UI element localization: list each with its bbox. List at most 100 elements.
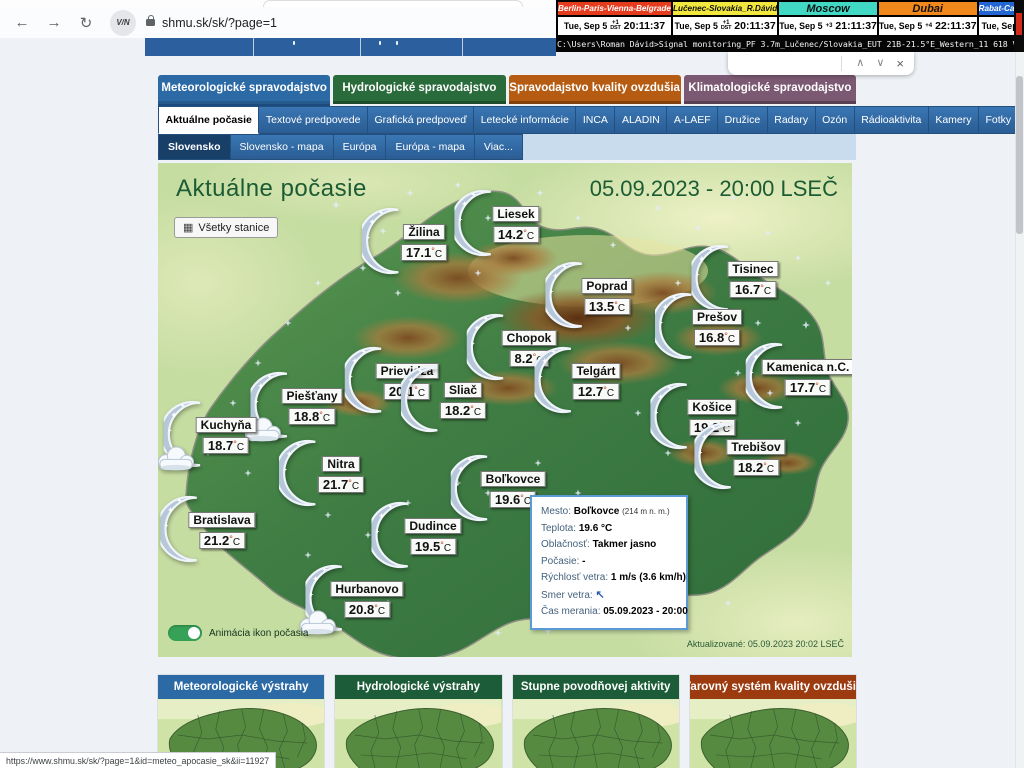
clock-overlay-window[interactable]: Berlin-Paris-Vienna-BelgradeTue, Sep 5+1… (556, 0, 1024, 52)
moon-icon (746, 340, 798, 412)
map-datetime: 05.09.2023 - 20:00 LSEČ (590, 176, 838, 202)
window-corner-accent (1016, 13, 1022, 35)
region-tab-eur-pa-mapa[interactable]: Európa - mapa (386, 134, 474, 160)
info-temp-label: Teplota: (541, 523, 576, 534)
clock-date: Tue, Sep 5 (779, 21, 822, 31)
station-ilina[interactable]: Žilina17.1°C (401, 223, 447, 262)
back-button[interactable]: ← (10, 11, 34, 35)
station-tisinec[interactable]: Tisinec16.7°C (727, 260, 778, 299)
terminal-line[interactable]: C:\Users\Roman Dávid>Signal monitoring_P… (556, 35, 1024, 52)
station-slia[interactable]: Sliač18.2°C (440, 381, 486, 420)
temp-unit-letter: C (233, 537, 240, 548)
sub-tab-r-dioaktivita[interactable]: Rádioaktivita (855, 106, 929, 134)
moon-icon (371, 499, 423, 571)
temp-unit-letter: C (607, 388, 614, 399)
sub-tab-kamery[interactable]: Kamery (929, 106, 979, 134)
find-close-button[interactable]: × (896, 57, 904, 70)
temp-unit-letter: C (352, 481, 359, 492)
sub-tab-aladin[interactable]: ALADIN (615, 106, 667, 134)
clock-time-value: 20:11:37 (624, 20, 665, 32)
info-time-label: Čas merania: (541, 606, 600, 617)
vpn-extension-icon[interactable]: V/N (110, 10, 136, 36)
main-tab-klimatologick-spravodajstvo[interactable]: Klimatologické spravodajstvo (684, 75, 856, 104)
station-kamenica-n-c[interactable]: Kamenica n.C.17.7°C (762, 358, 852, 397)
sub-tab-radary[interactable]: Radary (768, 106, 816, 134)
clock-time-value: 22:11:37 (935, 20, 976, 32)
panel-hydrologick-v-strahy[interactable]: Hydrologické výstrahy (335, 675, 501, 768)
page-content: Meteorologické spravodajstvoHydrologické… (158, 75, 856, 657)
station-dudince[interactable]: Dudince19.5°C (404, 517, 461, 556)
moon-icon (694, 420, 746, 492)
panel-title: Varovný systém kvality ovzdušia (690, 675, 856, 699)
panel-minimap (335, 699, 501, 768)
sub-tab-inca[interactable]: INCA (576, 106, 615, 134)
scrollbar-thumb[interactable] (1016, 76, 1023, 234)
sub-tab-leteck-inform-cie[interactable]: Letecké informácie (474, 106, 576, 134)
temp-unit-letter: C (618, 303, 625, 314)
forward-button[interactable]: → (42, 11, 66, 35)
station-kuchy-a[interactable]: Kuchyňa18.7°C (196, 416, 257, 455)
clock-moscow: MoscowTue, Sep 5+321:11:37 (779, 2, 877, 35)
sub-tab-aktu-lne-po-asie[interactable]: Aktuálne počasie (158, 106, 259, 134)
station-poprad[interactable]: Poprad13.5°C (581, 277, 632, 316)
sub-tabs: Aktuálne počasieTextové predpovedeGrafic… (158, 106, 856, 134)
dst-flag: DST (610, 26, 620, 31)
station-telg-rt[interactable]: Telgárt12.7°C (571, 362, 620, 401)
station-nitra[interactable]: Nitra21.7°C (318, 455, 364, 494)
panel-varovn-syst-m-kvality-ovzdu-ia[interactable]: Varovný systém kvality ovzdušia (690, 675, 856, 768)
animation-toggle-row: Animácia ikon počasia (168, 625, 309, 641)
temp-unit-letter: C (323, 413, 330, 424)
main-tab-hydrologick-spravodajstvo[interactable]: Hydrologické spravodajstvo (333, 75, 505, 104)
utc-offset: +4 (925, 24, 932, 29)
map-updated-text: Aktualizované: 05.09.2023 20:02 LSEČ (687, 639, 844, 649)
sub-tab-textov-predpovede[interactable]: Textové predpovede (259, 106, 368, 134)
clock-title: Lučenec-Slovakia_R.Dávid (673, 2, 777, 15)
station-bratislava[interactable]: Bratislava21.2°C (188, 511, 255, 550)
region-tab-viac[interactable]: Viac... (475, 134, 523, 160)
station-pie-any[interactable]: Piešťany18.8°C (281, 387, 342, 426)
temp-unit-letter: C (764, 286, 771, 297)
animation-toggle[interactable] (168, 625, 202, 641)
find-previous-button[interactable]: ∧ (856, 58, 864, 69)
station-hurbanovo[interactable]: Hurbanovo20.8°C (330, 580, 403, 619)
clock-title: Moscow (779, 2, 877, 15)
clock-strip: Berlin-Paris-Vienna-BelgradeTue, Sep 5+1… (556, 0, 1024, 35)
station-trebi-ov[interactable]: Trebišov18.2°C (726, 438, 785, 477)
sub-tab-fotky[interactable]: Fotky (979, 106, 1019, 134)
clock-time-value: 20:11:37 (734, 20, 775, 32)
all-stations-label: Všetky stanice (198, 222, 269, 234)
dst-flag: DST (721, 26, 731, 31)
browser-tab[interactable] (263, 0, 523, 7)
utc-offset: +1DST (610, 21, 620, 31)
find-bar: ∧ ∨ × (728, 52, 914, 75)
findbar-divider (841, 56, 842, 71)
sub-tab-dru-ice[interactable]: Družice (718, 106, 768, 134)
sub-tab-oz-n[interactable]: Ozón (816, 106, 855, 134)
scrollbar-track[interactable] (1015, 52, 1024, 768)
find-next-button[interactable]: ∨ (876, 58, 884, 69)
region-tab-slovensko[interactable]: Slovensko (158, 134, 231, 160)
info-wind-label: Rýchlosť vetra: (541, 572, 608, 583)
moon-icon (401, 363, 453, 435)
main-tab-meteorologick-spravodajstvo[interactable]: Meteorologické spravodajstvo (158, 75, 330, 104)
panel-stupne-povod-ovej-aktivity[interactable]: Stupne povodňovej aktivity (513, 675, 679, 768)
station-liesek[interactable]: Liesek14.2°C (492, 205, 539, 244)
sub-tab-a-laef[interactable]: A-LAEF (667, 106, 718, 134)
region-tab-eur-pa[interactable]: Európa (334, 134, 387, 160)
sub-tab-grafick-predpove[interactable]: Grafická predpoveď (368, 106, 474, 134)
address-bar[interactable]: shmu.sk/sk/?page=1 (162, 16, 277, 30)
clock-time-row: Tue, Sep 5+1DST20:11:37 (673, 15, 777, 35)
all-stations-button[interactable]: ▦ Všetky stanice (174, 217, 278, 238)
moon-cloud-icon (250, 369, 302, 441)
main-tab-spravodajstvo-kvality-ovzdu-ia[interactable]: Spravodajstvo kvality ovzdušia (509, 75, 681, 104)
station-pre-ov[interactable]: Prešov16.8°C (692, 308, 742, 347)
lock-icon[interactable] (146, 19, 155, 26)
region-tab-slovensko-mapa[interactable]: Slovensko - mapa (231, 134, 334, 160)
site-navbar[interactable] (145, 38, 556, 56)
toggle-knob (188, 627, 200, 639)
info-elevation: (214 m n. m.) (622, 507, 670, 516)
reload-button[interactable]: ↻ (74, 11, 98, 35)
offset-value: +3 (826, 24, 833, 29)
clock-date: Tue, Sep 5 (879, 21, 922, 31)
moon-icon (160, 493, 212, 565)
